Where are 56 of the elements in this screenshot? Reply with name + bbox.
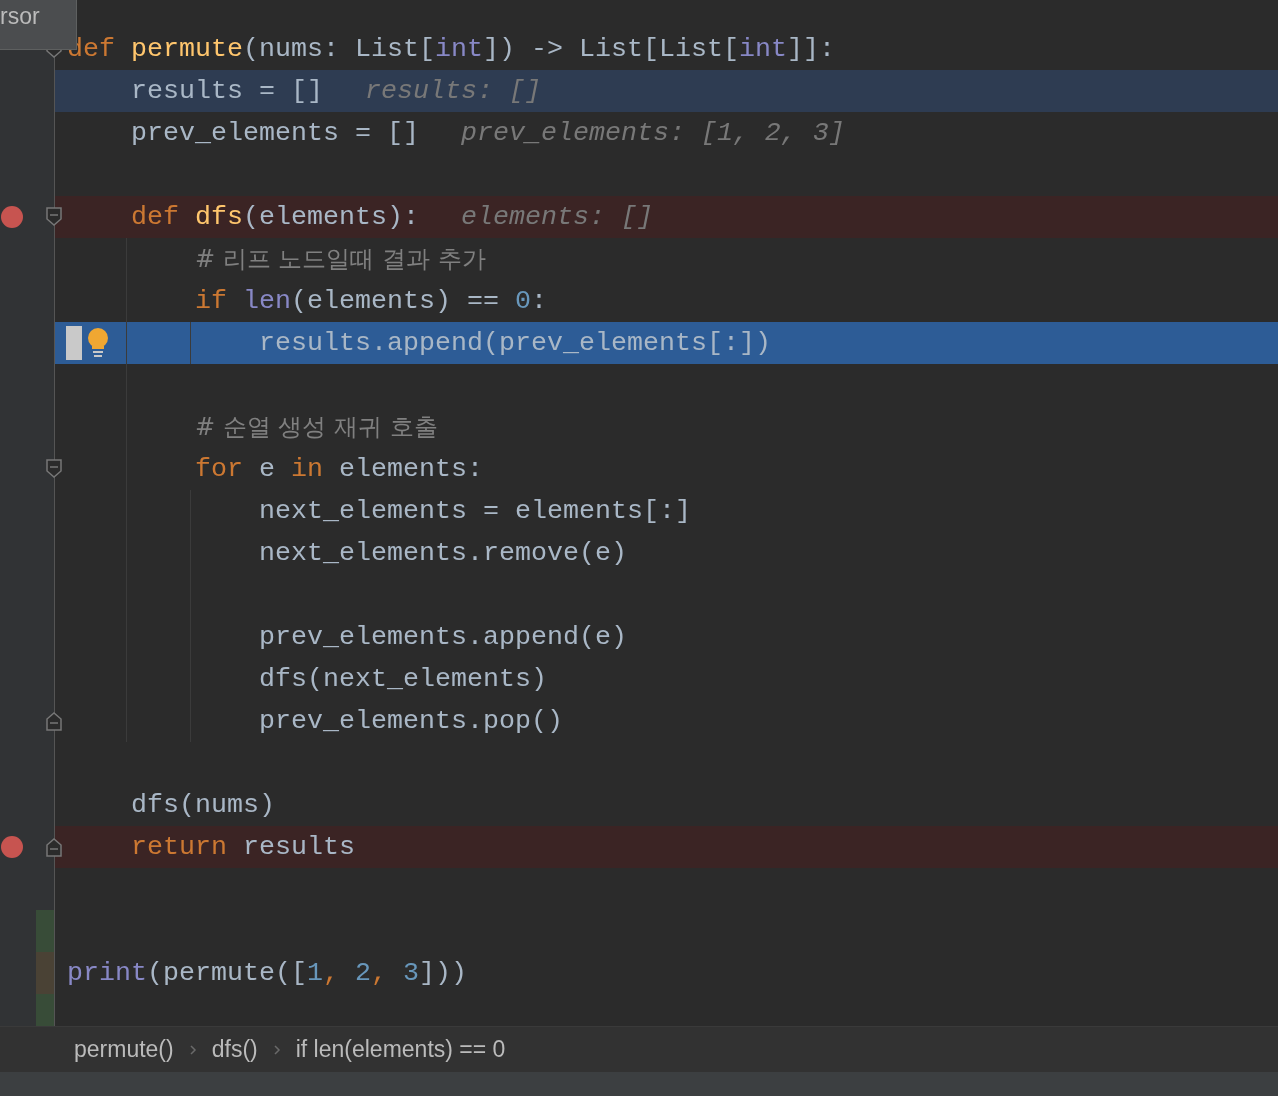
- code-token: prev_elements = []: [131, 117, 419, 150]
- breadcrumb[interactable]: permute(): [74, 1036, 174, 1063]
- fold-icon[interactable]: [45, 459, 63, 479]
- code-token: dfs(nums): [131, 789, 275, 822]
- fold-end-icon[interactable]: [45, 711, 63, 731]
- code-token: elements:: [339, 453, 483, 486]
- code-token: for: [195, 453, 244, 486]
- fold-icon[interactable]: [45, 207, 63, 227]
- breakpoint-marker[interactable]: [1, 836, 23, 858]
- code-token: ,: [370, 957, 388, 990]
- code-token: (nums: List[: [243, 33, 435, 66]
- code-token: :: [530, 285, 547, 318]
- code-token: 0: [514, 285, 531, 318]
- code-comment: # 순열 생성 재귀 호출: [195, 412, 438, 443]
- code-token: print: [67, 957, 147, 990]
- breakpoint-marker[interactable]: [1, 206, 23, 228]
- code-token: ])): [418, 957, 467, 990]
- code-token: int: [434, 33, 483, 66]
- code-token: ]]:: [786, 33, 835, 66]
- code-token: 1: [306, 957, 323, 990]
- code-token: dfs: [195, 201, 243, 234]
- code-token: next_elements.remove(e): [259, 537, 627, 570]
- code-token: int: [738, 33, 787, 66]
- code-token: (elements):: [243, 201, 419, 234]
- code-comment: # 리프 노드일때 결과 추가: [195, 244, 486, 275]
- lightbulb-icon[interactable]: [86, 328, 110, 358]
- code-token: next_elements = elements[:]: [259, 495, 691, 528]
- chevron-right-icon: [271, 1042, 282, 1057]
- code-token: if: [195, 285, 228, 318]
- inline-value-hint: elements: []: [460, 201, 653, 234]
- code-token: len: [243, 285, 291, 318]
- code-token: permute: [131, 33, 243, 66]
- code-token: ]) -> List[List[: [482, 33, 739, 66]
- code-token: 2: [354, 957, 371, 990]
- code-token: results: [243, 831, 355, 864]
- caret-block: [66, 326, 82, 360]
- code-token: def: [131, 201, 180, 234]
- inline-value-hint: results: []: [364, 75, 541, 108]
- code-token: results = []: [131, 75, 323, 108]
- code-token: ,: [322, 957, 340, 990]
- inline-value-hint: prev_elements: [1, 2, 3]: [460, 117, 845, 150]
- fold-end-icon[interactable]: [45, 837, 63, 857]
- code-token: prev_elements.pop(): [259, 705, 563, 738]
- code-token: in: [291, 453, 324, 486]
- code-token: results.append(prev_elements[:]): [259, 327, 771, 360]
- code-token: 3: [402, 957, 419, 990]
- chevron-right-icon: [187, 1042, 198, 1057]
- code-token: dfs(next_elements): [259, 663, 547, 696]
- breadcrumb[interactable]: if len(elements) == 0: [295, 1036, 506, 1063]
- tooltip: rsor: [0, 0, 77, 50]
- code-token: (elements) ==: [291, 285, 500, 318]
- code-token: prev_elements.append(e): [259, 621, 627, 654]
- breadcrumb[interactable]: dfs(): [211, 1036, 258, 1063]
- code-token: e: [259, 453, 276, 486]
- code-token: return: [131, 831, 228, 864]
- code-token: (permute([: [147, 957, 307, 990]
